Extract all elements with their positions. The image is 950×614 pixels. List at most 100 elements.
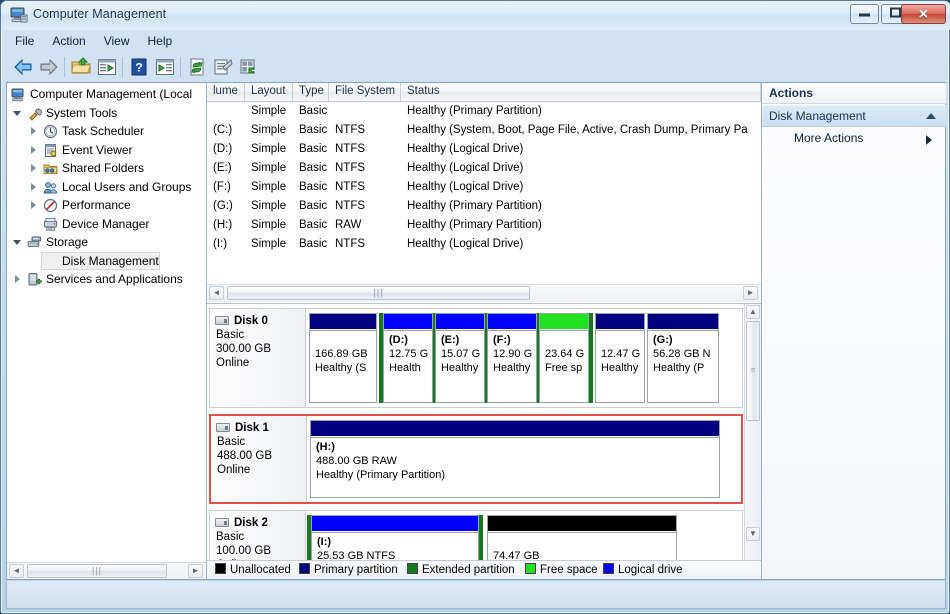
show-hide-console-tree-icon[interactable] (96, 56, 118, 78)
partition[interactable]: 74.47 GBUnallocated (487, 515, 677, 560)
partition[interactable]: (E:)15.07 GHealthy (435, 313, 485, 403)
up-folder-icon[interactable] (70, 56, 92, 78)
partition[interactable]: (D:)12.75 GHealth (383, 313, 433, 403)
volume-scroll-right-arrow[interactable]: ► (743, 286, 758, 300)
status-cell: Healthy (Logical Drive) (407, 238, 523, 250)
expand-arrow-open-icon[interactable] (13, 109, 22, 118)
storage-icon (27, 235, 42, 250)
disk-row-disk-0[interactable]: Disk 0Basic300.00 GBOnline 166.89 GBHeal… (209, 308, 743, 408)
disk-view-scroll-thumb[interactable]: ≡ (746, 321, 760, 421)
sidebar-item-performance[interactable]: Performance (7, 196, 207, 215)
volume-list[interactable]: lumeLayoutTypeFile SystemStatus SimpleBa… (207, 83, 761, 303)
refresh-icon[interactable] (186, 56, 208, 78)
legend-swatch (299, 563, 310, 574)
expand-arrow-closed-icon[interactable] (29, 164, 38, 173)
disk-info-panel[interactable]: Disk 1Basic488.00 GBOnline (211, 416, 307, 502)
volume-column-header-layout[interactable]: Layout (245, 83, 293, 101)
type-cell: Basic (299, 124, 327, 136)
partition-status: Healthy (P (653, 360, 718, 374)
volume-column-header-type[interactable]: Type (293, 83, 329, 101)
partition[interactable]: (G:)56.28 GB NHealthy (P (647, 313, 719, 403)
table-row[interactable]: (G:)SimpleBasicNTFSHealthy (Primary Part… (207, 198, 761, 217)
minimize-button[interactable] (850, 4, 879, 24)
menu-item-file[interactable]: File (6, 31, 43, 51)
table-row[interactable]: SimpleBasicHealthy (Primary Partition) (207, 103, 761, 122)
tree-horizontal-scrollbar[interactable]: ◄ ||| ► (7, 562, 206, 579)
partition-status: Healthy (601, 360, 644, 374)
sidebar-item-device-manager[interactable]: Device Manager (7, 215, 207, 234)
expand-arrow-closed-icon[interactable] (29, 127, 38, 136)
disk-view-vertical-scrollbar[interactable]: ▲ ≡ ▼ (744, 304, 761, 560)
table-row[interactable]: (D:)SimpleBasicNTFSHealthy (Logical Driv… (207, 141, 761, 160)
sidebar-item-storage[interactable]: Storage (7, 233, 207, 252)
forward-icon[interactable] (38, 56, 60, 78)
disk-info-panel[interactable]: Disk 0Basic300.00 GBOnline (210, 309, 306, 407)
sidebar-item-computer-management-local[interactable]: Computer Management (Local (7, 85, 207, 104)
partition-zone: 166.89 GBHealthy (S(D:)12.75 GHealth(E:)… (307, 309, 742, 407)
disk-row-disk-1[interactable]: Disk 1Basic488.00 GBOnline(H:)488.00 GB … (209, 414, 743, 504)
partition-status: Healthy (S (315, 360, 376, 374)
volume-scroll-left-arrow[interactable]: ◄ (209, 286, 224, 300)
partition[interactable]: (F:)12.90 GHealthy (487, 313, 537, 403)
graphical-disk-view[interactable]: Disk 0Basic300.00 GBOnline 166.89 GBHeal… (207, 303, 761, 560)
properties-icon[interactable] (212, 56, 234, 78)
sidebar-item-disk-management[interactable]: Disk Management (7, 252, 207, 271)
table-row[interactable]: (H:)SimpleBasicRAWHealthy (Primary Parti… (207, 217, 761, 236)
show-hide-action-pane-icon[interactable] (154, 56, 176, 78)
sidebar-item-event-viewer[interactable]: Event Viewer (7, 141, 207, 160)
partition[interactable]: (H:)488.00 GB RAWHealthy (Primary Partit… (310, 420, 720, 498)
table-row[interactable]: (C:)SimpleBasicNTFSHealthy (System, Boot… (207, 122, 761, 141)
volume-scroll-thumb[interactable]: ||| (227, 286, 530, 300)
disk-row-disk-2[interactable]: Disk 2Basic100.00 GBOnline(I:)25.53 GB N… (209, 510, 743, 560)
volume-column-header-status[interactable]: Status (401, 83, 761, 101)
partition[interactable]: 23.64 GFree sp (539, 313, 589, 403)
close-button[interactable]: ✕ (901, 4, 946, 24)
disk-size: 100.00 GB (216, 543, 305, 557)
expand-arrow-open-icon[interactable] (13, 238, 22, 247)
expand-arrow-closed-icon[interactable] (29, 146, 38, 155)
tree-scroll-right-arrow[interactable]: ► (188, 564, 203, 578)
help-icon[interactable]: ? (128, 56, 150, 78)
disk-view-scroll-up-arrow[interactable]: ▲ (746, 305, 760, 319)
tree-scroll-left-arrow[interactable]: ◄ (9, 564, 24, 578)
volume-column-header-lume[interactable]: lume (207, 83, 245, 101)
expand-arrow-closed-icon[interactable] (29, 201, 38, 210)
type-cell: Basic (299, 105, 327, 117)
sidebar-item-system-tools[interactable]: System Tools (7, 104, 207, 123)
sidebar-item-services-and-applications[interactable]: Services and Applications (7, 270, 207, 289)
volume-column-header-file-system[interactable]: File System (329, 83, 401, 101)
expand-arrow-closed-icon[interactable] (29, 183, 38, 192)
volume-cell: (C:) (213, 124, 232, 136)
table-row[interactable]: (E:)SimpleBasicNTFSHealthy (Logical Driv… (207, 160, 761, 179)
sidebar-item-shared-folders[interactable]: Shared Folders (7, 159, 207, 178)
disk-view-scroll-down-arrow[interactable]: ▼ (746, 527, 760, 541)
sidebar-item-local-users-and-groups[interactable]: Local Users and Groups (7, 178, 207, 197)
disk-info-panel[interactable]: Disk 2Basic100.00 GBOnline (210, 511, 306, 560)
partition-label: (G:) (653, 334, 718, 346)
computer-management-icon (10, 6, 28, 24)
rescan-disks-icon[interactable] (238, 56, 260, 78)
table-row[interactable]: (I:)SimpleBasicNTFSHealthy (Logical Driv… (207, 236, 761, 255)
table-row[interactable]: (F:)SimpleBasicNTFSHealthy (Logical Driv… (207, 179, 761, 198)
partition-details: 12.47 GHealthy (596, 330, 644, 402)
menu-item-view[interactable]: View (95, 31, 139, 51)
partition[interactable]: 12.47 GHealthy (595, 313, 645, 403)
partition[interactable]: 166.89 GBHealthy (S (309, 313, 377, 403)
actions-disk-management-header[interactable]: Disk Management (762, 105, 946, 127)
volume-list-horizontal-scrollbar[interactable]: ◄ ||| ► (207, 284, 761, 302)
tree-scroll-thumb[interactable]: ||| (27, 564, 167, 578)
volume-cell: (F:) (213, 181, 231, 193)
expand-arrow-closed-icon[interactable] (13, 275, 22, 284)
back-icon[interactable] (12, 56, 34, 78)
sidebar-item-task-scheduler[interactable]: Task Scheduler (7, 122, 207, 141)
console-tree-pane[interactable]: Computer Management (LocalSystem ToolsTa… (7, 83, 207, 579)
volume-cell: (D:) (213, 143, 232, 155)
title-bar[interactable]: Computer Management ✕ (1, 1, 950, 30)
partition[interactable]: (I:)25.53 GB NTFSHealthy (Logical Drive) (311, 515, 479, 560)
partition-color-bar (596, 314, 644, 329)
actions-more-actions[interactable]: More Actions (762, 128, 946, 150)
legend-label: Free space (540, 564, 598, 576)
partition-size: 166.89 GB (315, 346, 376, 360)
menu-item-action[interactable]: Action (43, 31, 94, 51)
menu-item-help[interactable]: Help (139, 31, 182, 51)
